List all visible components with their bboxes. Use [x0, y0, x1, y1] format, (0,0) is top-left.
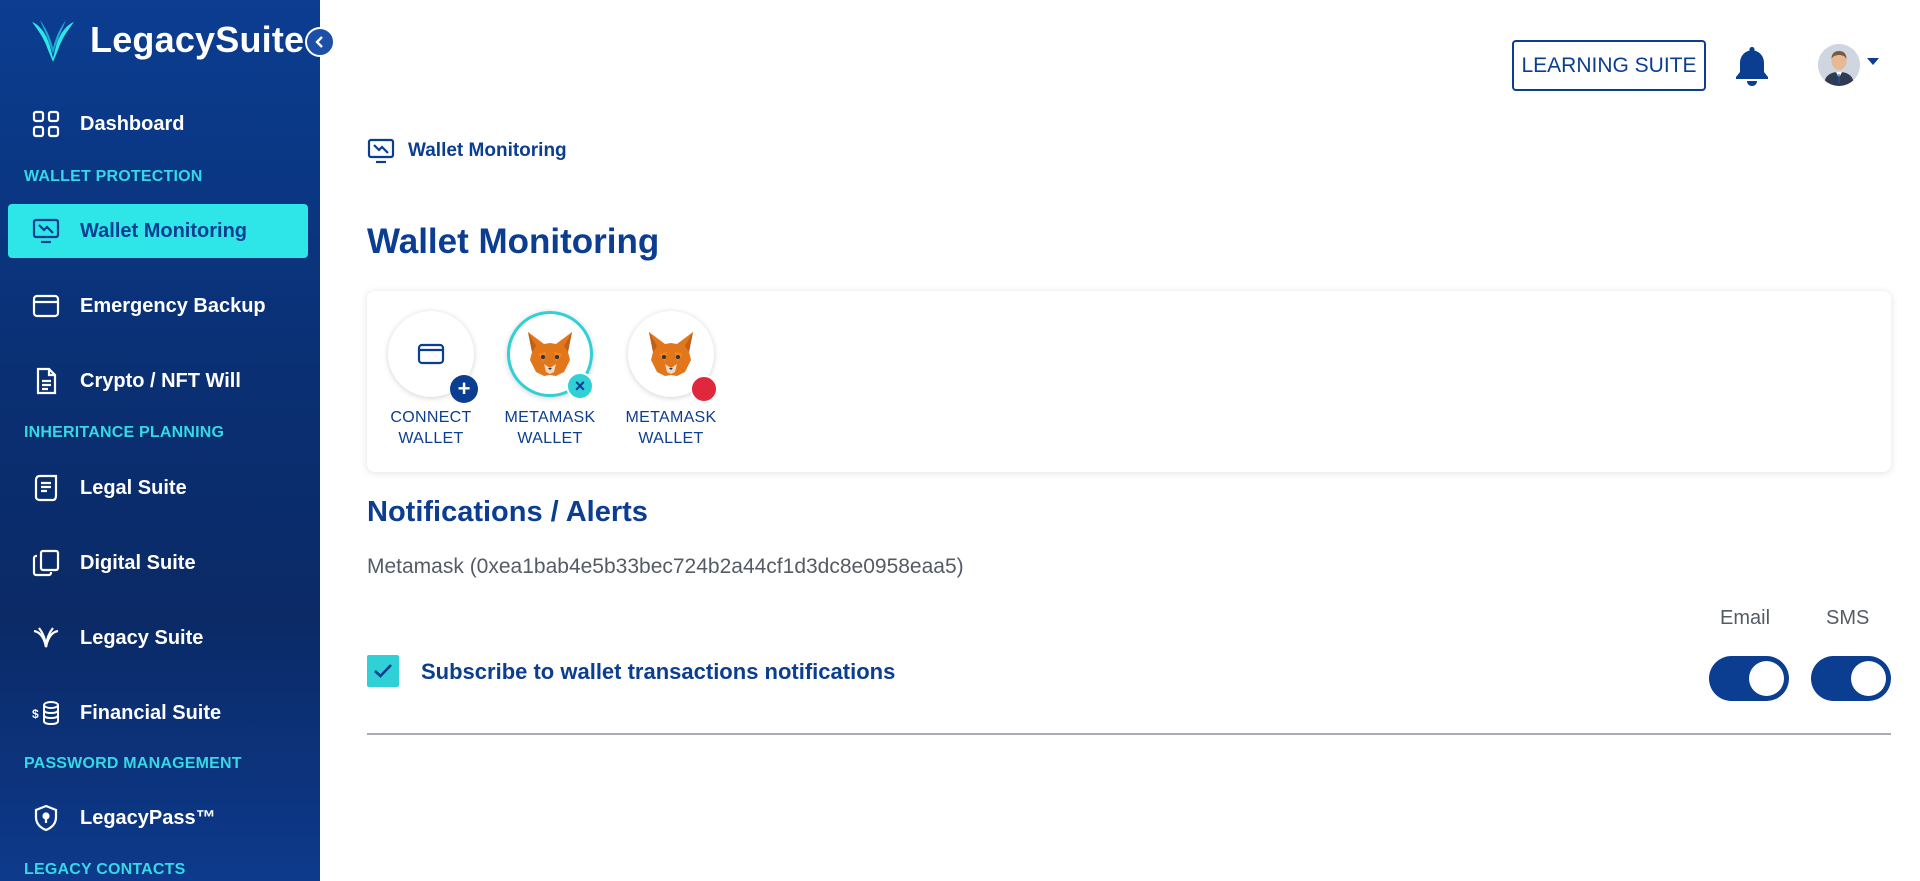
svg-text:$: $	[32, 707, 39, 721]
wallet-label-line1: METAMASK	[625, 409, 717, 426]
sidebar-item-digital-suite[interactable]: Digital Suite	[8, 536, 308, 590]
copy-pages-icon	[30, 547, 62, 579]
section-wallet-protection: WALLET PROTECTION	[24, 168, 203, 185]
subscribe-checkbox[interactable]	[367, 655, 399, 687]
page-title: Wallet Monitoring	[367, 222, 660, 261]
toggle-knob	[1749, 661, 1784, 696]
section-inheritance-planning: INHERITANCE PLANNING	[24, 424, 225, 441]
remove-icon[interactable]: ×	[566, 372, 594, 400]
email-column-label: Email	[1720, 607, 1771, 629]
wallet-label: CONNECT WALLET	[371, 407, 491, 449]
metamask-fox-icon	[649, 332, 693, 376]
sidebar-item-label: LegacyPass™	[80, 806, 216, 829]
wallet-circle: +	[388, 311, 478, 403]
breadcrumb: Wallet Monitoring	[366, 136, 567, 166]
sidebar-item-emergency-backup[interactable]: Emergency Backup	[8, 279, 308, 333]
coins-dollar-icon: $	[30, 697, 62, 729]
scroll-document-icon	[30, 472, 62, 504]
wallet-icon	[30, 290, 62, 322]
sidebar-item-crypto-nft-will[interactable]: Crypto / NFT Will	[8, 354, 308, 408]
wallet-label-line1: CONNECT	[390, 409, 472, 426]
monitor-chart-icon	[367, 138, 395, 164]
notifications-title: Notifications / Alerts	[367, 496, 648, 528]
wallet-icon	[417, 343, 445, 365]
sidebar: LegacySuite Dashboard WALLET PROTECTION …	[0, 0, 320, 881]
divider	[367, 733, 1891, 735]
sms-toggle[interactable]	[1811, 656, 1891, 701]
wallet-circle	[628, 311, 718, 403]
sidebar-item-legal-suite[interactable]: Legal Suite	[8, 461, 308, 515]
wallet-label-line2: WALLET	[517, 430, 583, 447]
learning-suite-button[interactable]: LEARNING SUITE	[1512, 40, 1706, 91]
wallet-label-line1: METAMASK	[504, 409, 596, 426]
section-legacy-contacts: LEGACY CONTACTS	[24, 861, 186, 878]
metamask-wallet-2[interactable]: METAMASK WALLET	[611, 311, 731, 449]
brand-name: LegacySuite	[90, 19, 305, 60]
wallet-selector-card: + CONNECT WALLET × METAMASK WALLET METAM…	[367, 291, 1891, 472]
wallet-label-line2: WALLET	[398, 430, 464, 447]
checkmark-icon	[374, 664, 392, 678]
brand-logo[interactable]: LegacySuite	[28, 18, 304, 62]
wallet-label-line2: WALLET	[638, 430, 704, 447]
sidebar-item-label: Wallet Monitoring	[80, 219, 248, 242]
document-icon	[30, 365, 62, 397]
wallet-circle: ×	[507, 311, 594, 400]
subscribe-label[interactable]: Subscribe to wallet transactions notific…	[421, 659, 895, 685]
sidebar-item-label: Crypto / NFT Will	[80, 369, 241, 392]
sidebar-item-dashboard[interactable]: Dashboard	[8, 97, 308, 151]
wallet-label: METAMASK WALLET	[490, 407, 610, 449]
toggle-knob	[1851, 661, 1886, 696]
wallet-label: METAMASK WALLET	[611, 407, 731, 449]
notification-bell-icon[interactable]	[1732, 44, 1772, 88]
status-dot-icon	[690, 375, 718, 403]
caret-down-icon[interactable]	[1866, 56, 1880, 66]
sidebar-item-label: Digital Suite	[80, 551, 196, 574]
user-photo-icon	[1818, 44, 1860, 86]
legacy-leaf-icon	[30, 622, 62, 654]
sidebar-item-financial-suite[interactable]: $ Financial Suite	[8, 686, 308, 740]
add-icon: +	[450, 375, 478, 403]
shield-lock-icon	[30, 802, 62, 834]
chevron-left-icon	[315, 36, 323, 48]
sms-column-label: SMS	[1826, 607, 1870, 629]
email-toggle[interactable]	[1709, 656, 1789, 701]
connect-wallet-button[interactable]: + CONNECT WALLET	[371, 311, 491, 449]
sidebar-item-legacypass[interactable]: LegacyPass™	[8, 791, 308, 845]
sidebar-collapse-button[interactable]	[305, 27, 335, 57]
sidebar-item-legacy-suite[interactable]: Legacy Suite	[8, 611, 308, 665]
sidebar-item-wallet-monitoring[interactable]: Wallet Monitoring	[8, 204, 308, 258]
sidebar-item-label: Legal Suite	[80, 476, 187, 499]
legacysuite-logo-icon	[32, 20, 74, 62]
sidebar-item-label: Financial Suite	[80, 701, 222, 724]
sidebar-item-label: Dashboard	[80, 112, 185, 135]
breadcrumb-label: Wallet Monitoring	[408, 140, 567, 161]
dashboard-grid-icon	[30, 108, 62, 140]
sidebar-item-label: Legacy Suite	[80, 626, 204, 649]
sidebar-item-label: Emergency Backup	[80, 294, 266, 317]
metamask-wallet-1[interactable]: × METAMASK WALLET	[490, 311, 610, 449]
section-password-management: PASSWORD MANAGEMENT	[24, 755, 242, 772]
user-avatar[interactable]	[1818, 44, 1860, 86]
app-root: LegacySuite Dashboard WALLET PROTECTION …	[0, 0, 1920, 881]
wallet-address: Metamask (0xea1bab4e5b33bec724b2a44cf1d3…	[367, 555, 964, 578]
monitor-chart-icon	[30, 215, 62, 247]
metamask-fox-icon	[528, 332, 572, 376]
